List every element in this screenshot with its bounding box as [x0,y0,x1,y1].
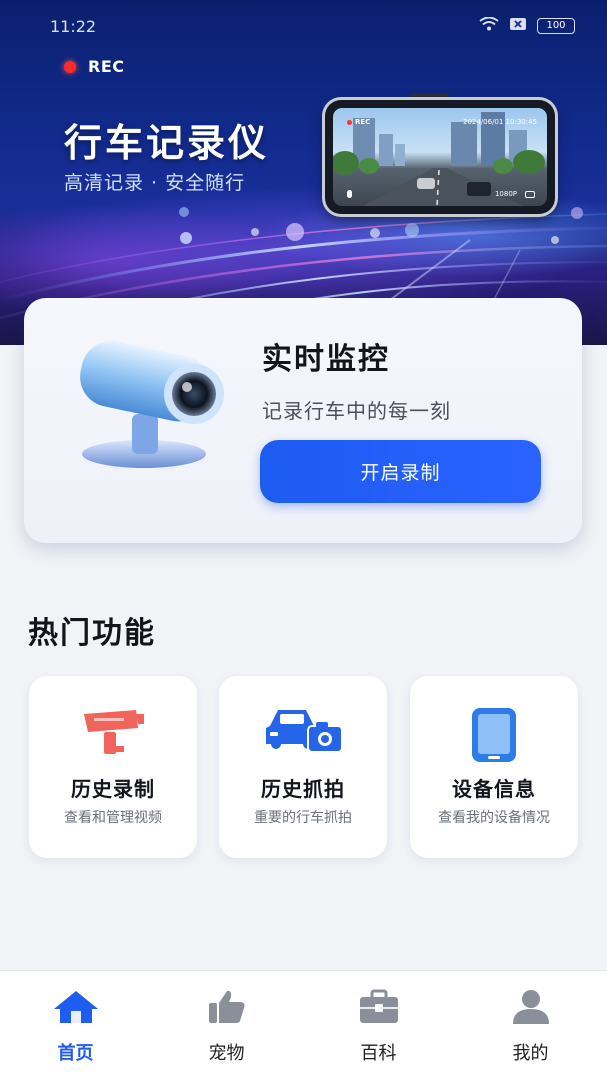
phone-device-icon [470,706,518,768]
tab-profile[interactable]: 我的 [455,971,606,1080]
dashcam-datetime: 2024/06/01 10:30:45 [462,118,537,126]
live-monitor-subtitle: 记录行车中的每一刻 [262,399,451,423]
tab-home[interactable]: 首页 [0,971,151,1080]
briefcase-icon [358,989,400,1029]
dashcam-illustration: REC 2024/06/01 10:30:45 1080P [325,100,555,214]
tab-pets[interactable]: 宠物 [151,971,302,1080]
wifi-icon [479,16,499,35]
dashcam-screen: REC 2024/06/01 10:30:45 1080P [333,108,547,206]
microphone-icon [347,190,352,198]
tab-label: 我的 [512,1043,549,1064]
feature-card-history-snapshots[interactable]: 历史抓拍 重要的行车抓拍 [219,676,387,858]
live-monitor-title: 实时监控 [262,342,390,377]
sim-off-icon [509,16,527,35]
hero-title: 行车记录仪 [64,121,270,165]
status-icons: 100 [479,16,575,35]
hot-features-title: 热门功能 [28,616,156,651]
hero-subtitle: 高清记录 · 安全随行 [64,172,246,194]
rec-indicator-dot [64,61,76,73]
feature-desc: 查看和管理视频 [64,810,162,826]
feature-card-device-info[interactable]: 设备信息 查看我的设备情况 [410,676,578,858]
tab-encyclopedia[interactable]: 百科 [303,971,454,1080]
dashcam-rec-dot [347,120,352,125]
start-recording-button[interactable]: 开启录制 [260,440,541,503]
battery-icon: 100 [537,17,575,34]
live-monitor-card: 实时监控 记录行车中的每一刻 开启录制 [24,298,582,543]
status-time: 11:22 [50,17,97,36]
feature-title: 历史录制 [71,777,155,801]
cctv-camera-illustration [80,340,224,468]
home-icon [52,989,100,1029]
thumbs-up-icon [207,989,247,1029]
bottom-tab-bar: 首页 宠物 百科 我的 [0,970,607,1080]
feature-card-history-recording[interactable]: 历史录制 查看和管理视频 [29,676,197,858]
battery-level: 100 [546,19,566,31]
cctv-camera-icon [82,706,144,762]
feature-desc: 重要的行车抓拍 [254,810,352,826]
tab-label: 百科 [360,1043,397,1064]
hero-banner: 11:22 100 REC 行车记录仪 高清记录 · 安全随行 REC 2024… [0,0,607,345]
camera-snap-icon [525,191,535,198]
feature-title: 设备信息 [452,777,536,801]
rec-label: REC [88,57,125,76]
feature-title: 历史抓拍 [261,777,345,801]
dashcam-rec-label: REC [355,118,371,126]
tab-label: 宠物 [208,1043,245,1064]
car-camera-icon [264,706,343,756]
status-bar: 11:22 100 [0,0,607,48]
tab-label: 首页 [57,1043,94,1064]
feature-desc: 查看我的设备情况 [438,810,550,826]
dashcam-resolution: 1080P [494,190,517,198]
user-icon [511,989,551,1029]
